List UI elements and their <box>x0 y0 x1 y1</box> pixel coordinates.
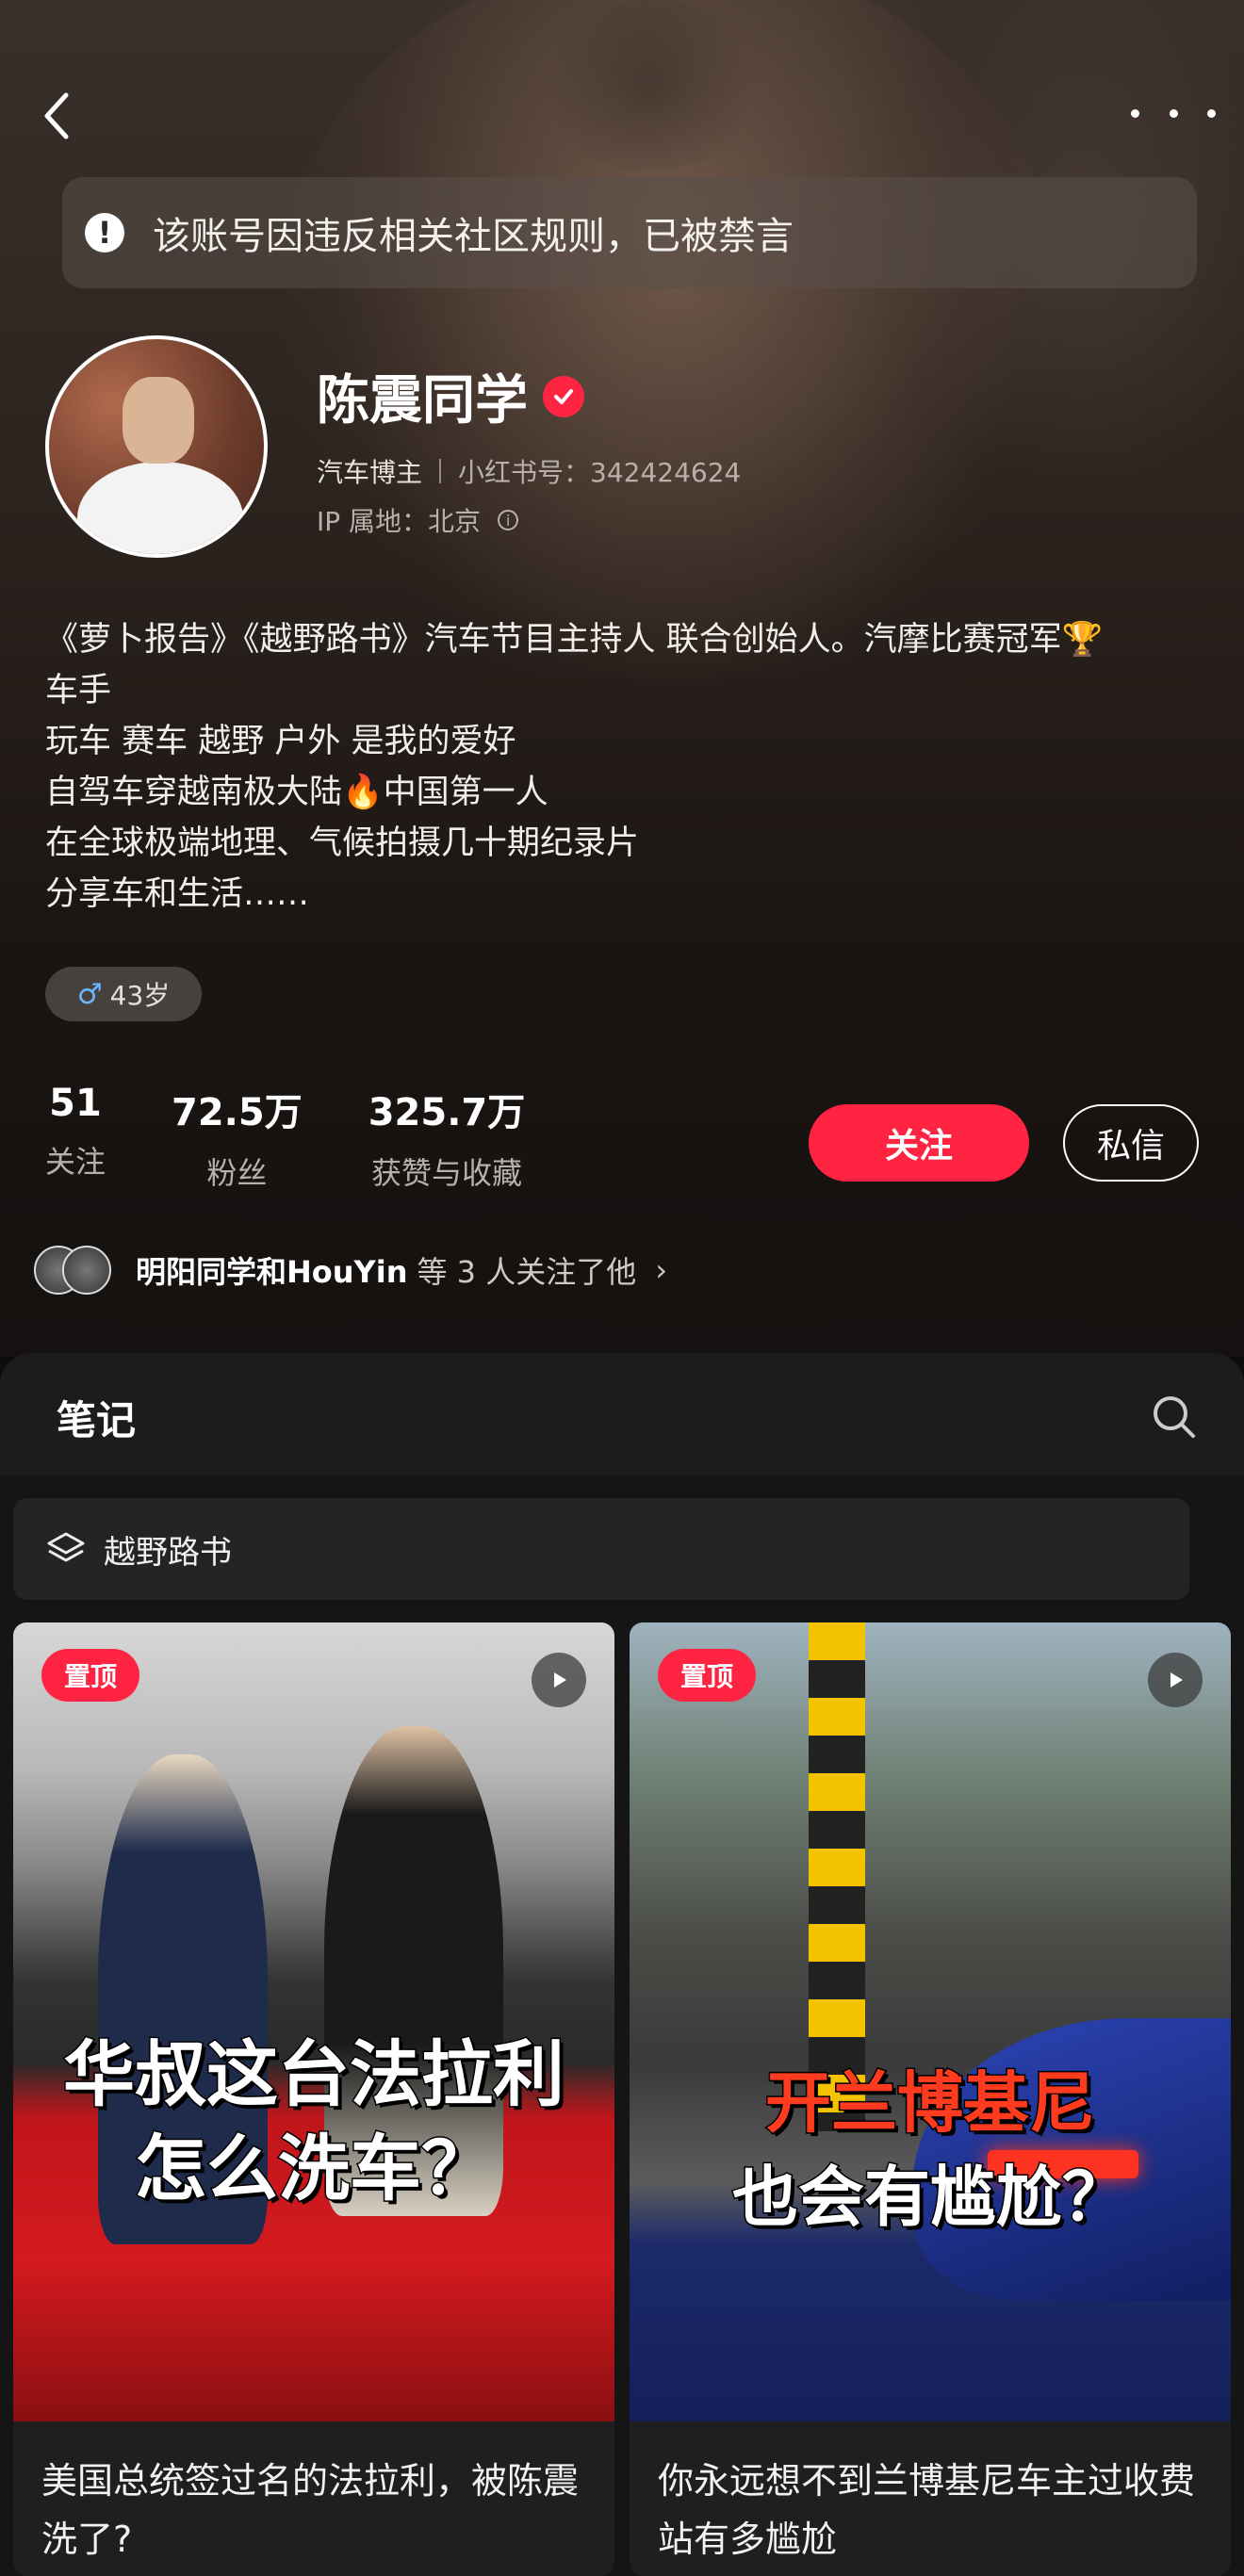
follow-button[interactable]: 关注 <box>809 1104 1029 1182</box>
note-caption: 美国总统签过名的法拉利，被陈震洗了? <box>41 2460 580 2560</box>
stat-label: 关注 <box>45 1144 106 1180</box>
tab-notes[interactable]: 笔记 <box>57 1389 136 1446</box>
avatar[interactable] <box>45 335 268 558</box>
avatar <box>62 1246 111 1295</box>
male-icon: ♂ <box>76 977 103 1011</box>
note-card[interactable]: 开兰博基尼 也会有尴尬？ 置顶 你永远想不到兰博基尼车主过收费站有多尴尬 <box>630 1622 1231 2576</box>
notes-panel: 笔记 越野路书 华叔这台法拉利 怎么洗车？ 置顶 美国总统签过名的法拉利，被陈震… <box>0 1353 1244 2576</box>
pinned-badge: 置顶 <box>41 1649 139 1702</box>
bio-line: 在全球极端地理、气候拍摄几十期纪录片 <box>45 824 640 862</box>
age-tag: ♂ 43岁 <box>45 967 202 1021</box>
stat-value: 325.7万 <box>368 1091 526 1134</box>
layers-icon <box>47 1532 85 1562</box>
info-icon[interactable]: i <box>498 510 519 530</box>
mutual-followers[interactable]: 明阳同学和HouYin 等 3 人关注了他 › <box>34 1246 667 1295</box>
ip-location-text: IP 属地：北京 <box>317 506 482 537</box>
dot-icon <box>1131 108 1139 118</box>
divider <box>439 459 442 483</box>
bio-line: 《萝卜报告》《越野路书》汽车节目主持人 联合创始人。汽摩比赛冠军🏆 <box>45 621 1104 659</box>
chevron-left-icon <box>44 92 69 139</box>
age-text: 43岁 <box>109 980 171 1011</box>
stat-value: 72.5万 <box>172 1091 303 1134</box>
verified-badge-icon <box>543 375 584 417</box>
bio-line: 车手 <box>45 672 112 709</box>
profile-role: 汽车博主 <box>317 457 423 488</box>
bio-line: 玩车 赛车 越野 户外 是我的爱好 <box>45 723 516 760</box>
stat-likes[interactable]: 325.7万 获赞与收藏 <box>368 1082 526 1193</box>
collection-item[interactable]: 越野路书 <box>13 1498 1189 1600</box>
profile-stats: 51 关注 72.5万 粉丝 325.7万 获赞与收藏 <box>45 1082 591 1193</box>
back-button[interactable] <box>38 73 94 158</box>
notes-header: 笔记 <box>0 1353 1244 1475</box>
profile-meta: 汽车博主 小红书号：342424624 <box>317 452 741 490</box>
stat-label: 获赞与收藏 <box>370 1155 522 1191</box>
profile-bio: 《萝卜报告》《越野路书》汽车节目主持人 联合创始人。汽摩比赛冠军🏆 车手 玩车 … <box>45 614 1214 920</box>
note-card[interactable]: 华叔这台法拉利 怎么洗车？ 置顶 美国总统签过名的法拉利，被陈震洗了? <box>13 1622 614 2576</box>
stat-followers[interactable]: 72.5万 粉丝 <box>172 1082 303 1193</box>
stat-following[interactable]: 51 关注 <box>45 1082 106 1193</box>
thumbnail-subtitle: 也会有尴尬？ <box>731 2158 1130 2238</box>
mutual-suffix: 等 3 人关注了他 <box>417 1254 637 1290</box>
thumbnail-title: 开兰博基尼 <box>764 2063 1097 2144</box>
note-thumbnail: 华叔这台法拉利 怎么洗车？ <box>13 1622 614 2421</box>
profile-name: 陈震同学 <box>317 370 528 432</box>
play-icon <box>1148 1653 1203 1707</box>
note-caption: 你永远想不到兰博基尼车主过收费站有多尴尬 <box>658 2460 1196 2560</box>
collection-label: 越野路书 <box>104 1533 232 1572</box>
bio-line: 自驾车穿越南极大陆🔥中国第一人 <box>45 774 548 811</box>
stat-value: 51 <box>49 1082 102 1125</box>
ban-notice: ! 该账号因违反相关社区规则，已被禁言 <box>62 177 1197 288</box>
pinned-badge: 置顶 <box>658 1649 756 1702</box>
stat-label: 粉丝 <box>206 1155 268 1191</box>
alert-icon: ! <box>85 213 124 253</box>
thumbnail-title: 华叔这台法拉利 怎么洗车？ <box>62 2031 566 2212</box>
ip-location: IP 属地：北京 i <box>317 501 519 539</box>
profile-name-row: 陈震同学 <box>317 358 584 434</box>
mutual-names: 明阳同学和HouYin <box>136 1254 408 1290</box>
dot-icon <box>1169 108 1178 118</box>
note-thumbnail: 开兰博基尼 也会有尴尬？ <box>630 1622 1231 2421</box>
dot-icon <box>1207 108 1216 118</box>
profile-id: 小红书号：342424624 <box>458 457 742 488</box>
ban-notice-text: 该账号因违反相关社区规则，已被禁言 <box>153 215 794 258</box>
search-icon[interactable] <box>1150 1393 1197 1440</box>
message-button[interactable]: 私信 <box>1063 1104 1199 1182</box>
more-options-button[interactable] <box>1131 90 1216 137</box>
play-icon <box>532 1653 586 1707</box>
chevron-right-icon: › <box>655 1252 667 1288</box>
bio-line: 分享车和生活…… <box>45 875 310 913</box>
